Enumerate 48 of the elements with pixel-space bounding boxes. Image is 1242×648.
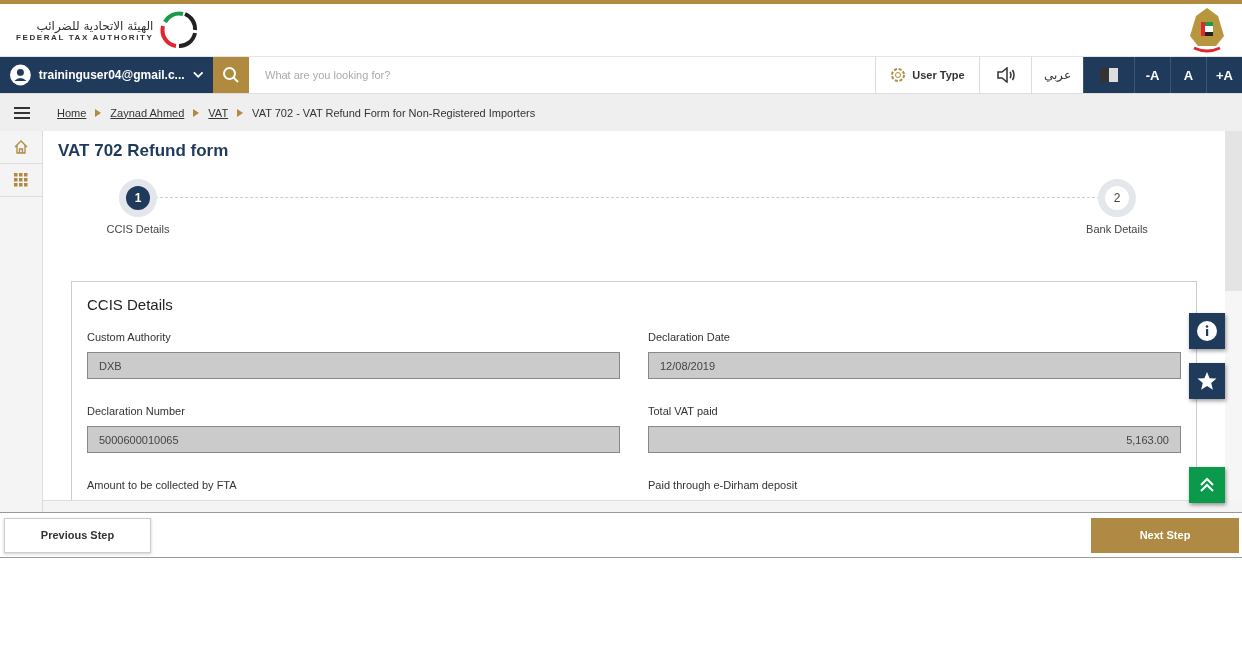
favorite-button[interactable] <box>1189 363 1225 399</box>
info-button[interactable] <box>1189 313 1225 349</box>
readonly-field[interactable]: DXB <box>87 352 620 379</box>
chevron-down-icon <box>192 71 203 79</box>
star-icon <box>1197 371 1217 391</box>
search-button[interactable] <box>213 57 249 93</box>
step-label: CCIS Details <box>106 223 170 235</box>
field-label: Amount to be collected by FTA <box>87 479 238 491</box>
breadcrumb-link[interactable]: VAT <box>208 106 229 119</box>
user-menu[interactable]: traininguser04@gmail.c... <box>0 57 213 93</box>
readonly-field[interactable]: 12/08/2019 <box>648 352 1181 379</box>
breadcrumb-link[interactable]: Home <box>57 106 87 119</box>
emblem-drawing <box>1188 6 1226 54</box>
font-size-button[interactable]: +A <box>1206 57 1242 93</box>
font-size-button[interactable]: A <box>1170 57 1206 93</box>
readonly-field[interactable]: 5,163.00 <box>648 426 1181 453</box>
step-indicator: 1 <box>119 179 157 217</box>
step-label: Bank Details <box>1086 223 1148 235</box>
contrast-button[interactable] <box>1083 57 1134 93</box>
double-chevron-up-icon <box>1200 477 1214 493</box>
page-title: VAT 702 Refund form <box>58 141 230 161</box>
font-size-button[interactable]: -A <box>1134 57 1170 93</box>
breadcrumb-current: VAT 702 - VAT Refund Form for Non-Registered Importers <box>252 106 536 119</box>
home-icon <box>14 140 28 154</box>
triangle-right-icon <box>95 108 102 117</box>
info-icon <box>1197 321 1217 341</box>
readonly-field[interactable]: 5000600010065 <box>87 426 620 453</box>
field-label: Total VAT paid <box>648 405 719 417</box>
step-indicator: 2 <box>1098 179 1136 217</box>
scroll-to-top-button[interactable] <box>1189 467 1225 503</box>
field-label: Declaration Number <box>87 405 186 417</box>
speaker-icon <box>995 67 1016 83</box>
triangle-right-icon <box>237 108 244 117</box>
breadcrumb-link[interactable]: Zaynad Ahmed <box>110 106 185 119</box>
logo-arabic-text: الهيئة الاتحادية للضرائب <box>36 18 154 33</box>
gear-icon <box>890 67 907 83</box>
triangle-right-icon <box>193 108 200 117</box>
search-icon <box>222 66 240 84</box>
contrast-icon <box>1100 68 1118 82</box>
card-title: CCIS Details <box>87 296 174 313</box>
menu-icon <box>13 106 30 119</box>
field-label: Custom Authority <box>87 331 172 343</box>
field-label: Declaration Date <box>648 331 731 343</box>
logo-text: FEDERAL TAX AUTHORITY <box>16 32 154 42</box>
grid-icon <box>14 173 28 187</box>
previous-step-button[interactable]: Previous Step <box>4 517 151 553</box>
user-avatar-icon <box>10 63 31 87</box>
field-label: Paid through e-Dirham deposit <box>648 479 799 491</box>
